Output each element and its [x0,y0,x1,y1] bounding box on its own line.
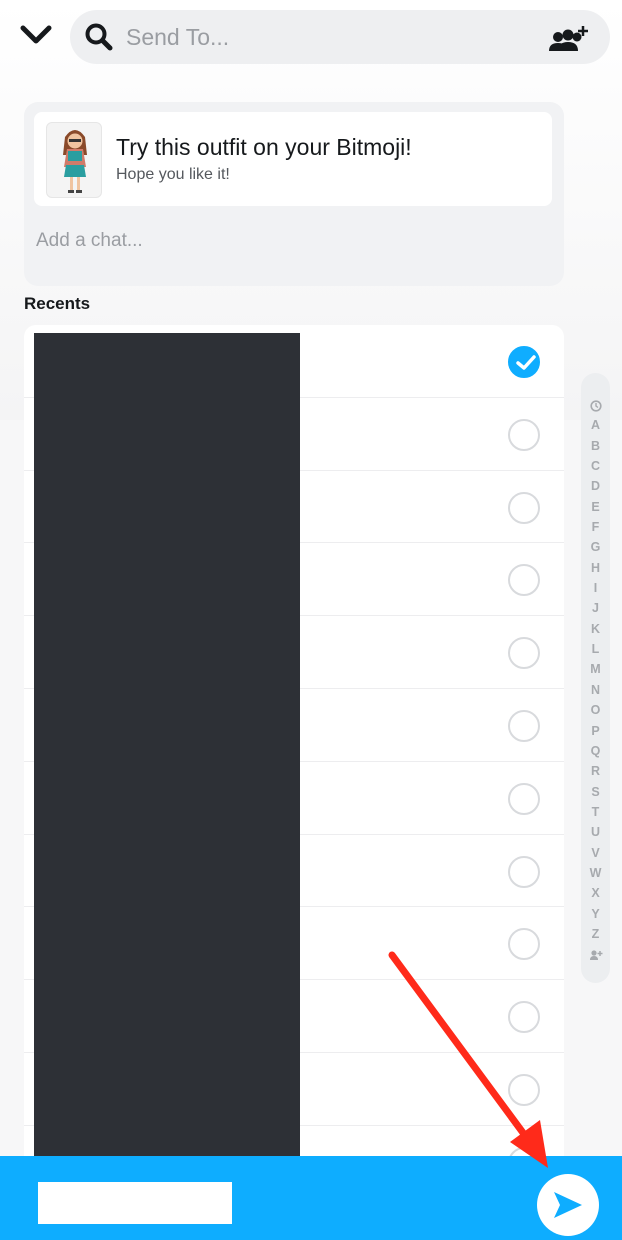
index-letter[interactable]: U [581,822,610,842]
index-letter[interactable]: I [581,578,610,598]
send-bar [0,1156,622,1240]
send-button[interactable] [537,1174,599,1236]
select-radio[interactable] [508,491,540,524]
index-letter[interactable]: Z [581,924,610,944]
index-letter[interactable]: H [581,558,610,578]
index-letter[interactable]: P [581,721,610,741]
recents-heading: Recents [24,294,91,313]
select-radio[interactable] [508,637,540,670]
add-friend-icon[interactable] [581,944,610,964]
alphabet-index[interactable]: ABCDEFGHIJKLMNOPQRSTUVWXYZ [581,373,610,983]
index-letter[interactable]: J [581,598,610,618]
share-card: Try this outfit on your Bitmoji! Hope yo… [24,102,564,286]
index-letter[interactable]: T [581,802,610,822]
check-icon [516,355,536,370]
select-radio[interactable] [508,782,540,815]
select-radio[interactable] [508,564,540,597]
search-icon [84,22,114,52]
index-letter[interactable]: C [581,456,610,476]
redacted-names [34,333,300,1159]
index-letter[interactable]: M [581,659,610,679]
index-letter[interactable]: N [581,680,610,700]
select-radio[interactable] [508,1073,540,1106]
share-subtitle: Hope you like it! [116,166,230,183]
index-letter[interactable]: V [581,843,610,863]
send-arrow-icon [554,1192,582,1218]
select-radio[interactable] [508,418,540,451]
clock-icon[interactable] [581,395,610,415]
index-letter[interactable]: G [581,537,610,557]
shared-content-preview[interactable]: Try this outfit on your Bitmoji! Hope yo… [34,112,552,206]
select-radio[interactable] [508,855,540,888]
index-letter[interactable]: E [581,497,610,517]
search-input[interactable] [126,18,526,56]
index-letter[interactable]: S [581,782,610,802]
index-letter[interactable]: O [581,700,610,720]
select-radio[interactable] [508,709,540,742]
add-chat-input[interactable] [36,226,536,256]
index-letter[interactable]: X [581,883,610,903]
index-letter[interactable]: Y [581,904,610,924]
select-radio[interactable] [508,928,540,961]
index-letter[interactable]: B [581,436,610,456]
selected-checkmark[interactable] [508,346,540,378]
index-letter[interactable]: F [581,517,610,537]
index-letter[interactable]: A [581,415,610,435]
select-radio[interactable] [508,1001,540,1034]
index-letter[interactable]: D [581,476,610,496]
search-bar[interactable] [70,10,610,64]
index-letter[interactable]: W [581,863,610,883]
bitmoji-thumbnail [46,122,102,198]
redacted-selection-label [38,1182,232,1224]
index-letter[interactable]: R [581,761,610,781]
index-letter[interactable]: L [581,639,610,659]
index-letter[interactable]: K [581,619,610,639]
add-friends-icon[interactable] [546,24,590,54]
index-letter[interactable]: Q [581,741,610,761]
chevron-down-icon[interactable] [18,22,54,50]
share-title: Try this outfit on your Bitmoji! [116,134,412,160]
